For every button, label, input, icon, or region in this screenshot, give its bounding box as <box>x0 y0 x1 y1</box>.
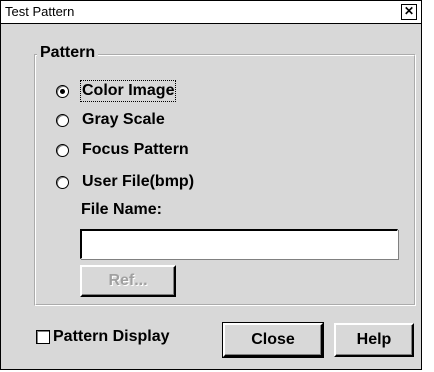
radio-label[interactable]: Gray Scale <box>82 111 165 129</box>
close-button[interactable]: Close <box>222 322 324 358</box>
test-pattern-dialog: Test Pattern ✕ Pattern Color Image Gray … <box>0 0 422 370</box>
file-name-label: File Name: <box>81 201 162 218</box>
radio-button-icon[interactable] <box>56 175 69 189</box>
radio-focus-pattern[interactable]: Focus Pattern <box>56 141 189 159</box>
radio-label[interactable]: User File(bmp) <box>82 173 194 191</box>
title-bar: Test Pattern ✕ <box>1 1 421 24</box>
radio-button-icon[interactable] <box>56 84 69 98</box>
radio-gray-scale[interactable]: Gray Scale <box>56 111 165 129</box>
radio-label[interactable]: Color Image <box>79 80 177 102</box>
radio-user-file[interactable]: User File(bmp) <box>56 173 194 191</box>
radio-label[interactable]: Focus Pattern <box>82 141 189 159</box>
checkbox-icon[interactable] <box>36 330 50 344</box>
pattern-group-label: Pattern <box>37 44 99 62</box>
help-button[interactable]: Help <box>334 323 414 357</box>
window-title: Test Pattern <box>5 4 75 19</box>
ref-button[interactable]: Ref... <box>80 265 176 297</box>
radio-button-icon[interactable] <box>56 113 69 127</box>
pattern-display-label[interactable]: Pattern Display <box>53 328 169 346</box>
radio-color-image[interactable]: Color Image <box>56 80 177 102</box>
radio-button-icon[interactable] <box>56 143 69 157</box>
pattern-display-checkbox[interactable]: Pattern Display <box>36 328 169 346</box>
close-icon[interactable]: ✕ <box>401 4 417 20</box>
file-name-input[interactable] <box>80 229 398 259</box>
